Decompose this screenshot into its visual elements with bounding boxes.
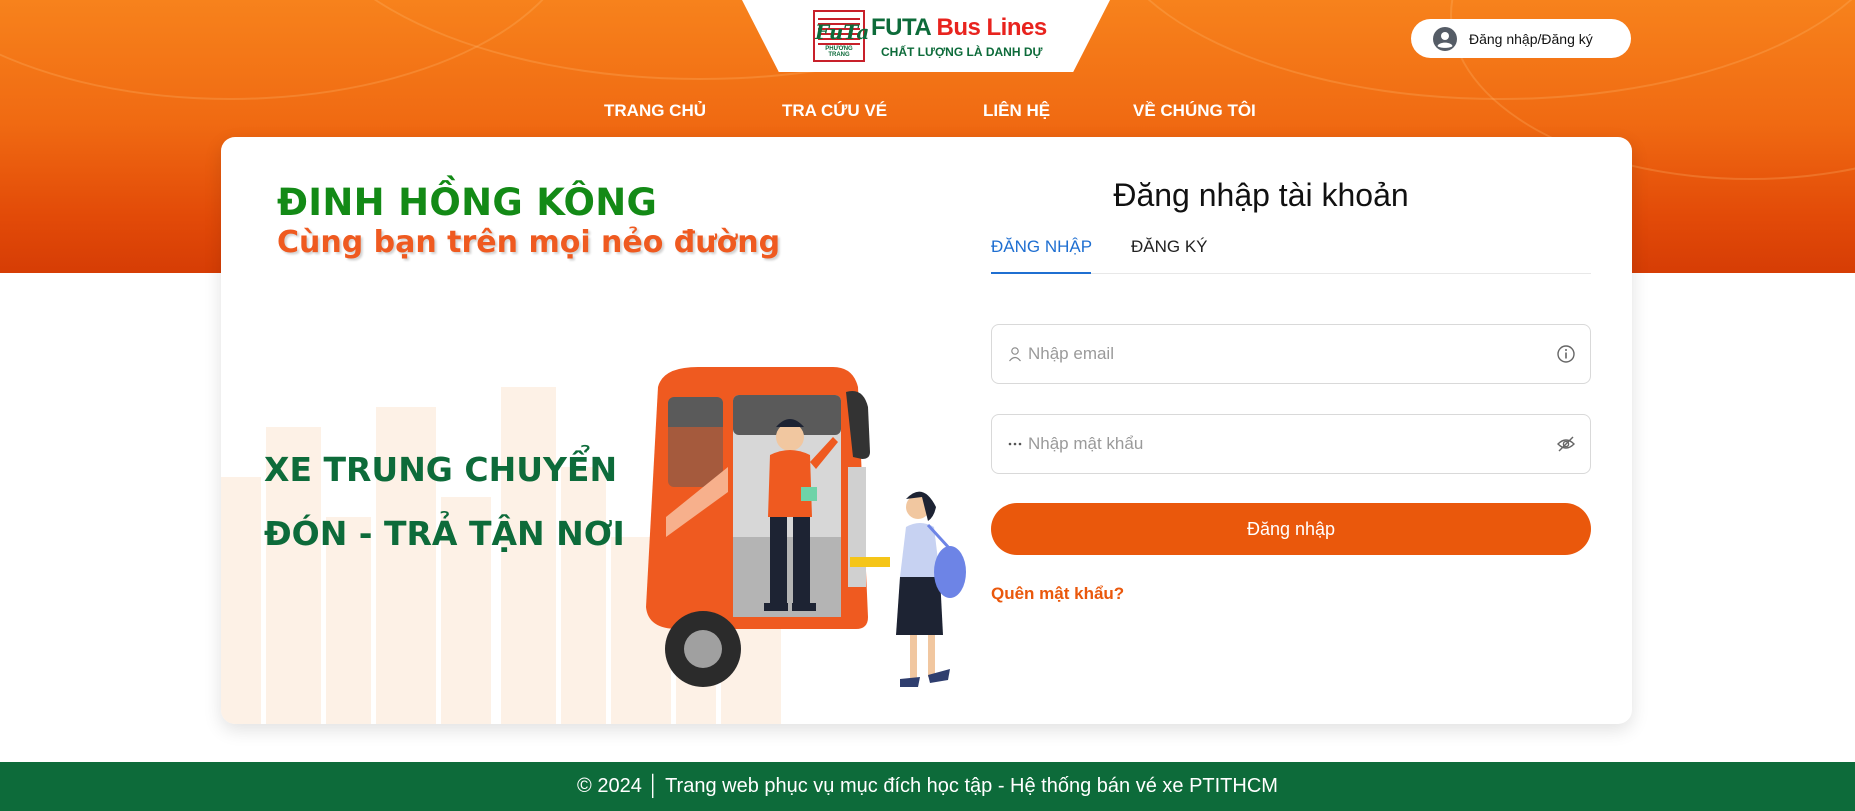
footer: © 2024 │ Trang web phục vụ mục đích học … (0, 762, 1855, 811)
login-register-button[interactable]: Đăng nhập/Đăng ký (1411, 19, 1631, 58)
footer-text: © 2024 │ Trang web phục vụ mục đích học … (577, 775, 1278, 797)
email-input[interactable] (1028, 344, 1556, 364)
logo[interactable]: FuTa PHƯƠNG TRANG FUTA Bus Lines CHẤT LƯ… (813, 10, 1047, 62)
tab-login[interactable]: ĐĂNG NHẬP (991, 237, 1092, 257)
promo-line-1: XE TRUNG CHUYỂN (264, 450, 618, 489)
nav-home[interactable]: TRANG CHỦ (604, 101, 706, 121)
logo-slogan: CHẤT LƯỢNG LÀ DANH DỰ (881, 44, 1043, 59)
promo-line-2: ĐÓN - TRẢ TẬN NƠI (264, 514, 625, 553)
user-avatar-icon (1433, 26, 1457, 51)
login-submit-button[interactable]: Đăng nhập (991, 503, 1591, 555)
tab-active-indicator (991, 272, 1091, 274)
auth-tabs: ĐĂNG NHẬP ĐĂNG KÝ (991, 237, 1591, 274)
futa-logo-mark: FuTa PHƯƠNG TRANG (813, 10, 869, 62)
password-input[interactable] (1028, 434, 1556, 454)
bus-shuttle-illustration (646, 367, 966, 687)
form-title: Đăng nhập tài khoản (1113, 177, 1409, 213)
info-circle-icon (1557, 345, 1575, 363)
tab-register[interactable]: ĐĂNG KÝ (1131, 237, 1208, 257)
nav-ticket-lookup[interactable]: TRA CỨU VÉ (782, 101, 887, 121)
user-icon (1006, 345, 1024, 363)
brand-subtitle: Cùng bạn trên mọi nẻo đường (277, 225, 781, 260)
forgot-password-link[interactable]: Quên mật khẩu? (991, 584, 1124, 604)
logo-title: FUTA Bus Lines (871, 13, 1047, 41)
email-field[interactable] (991, 324, 1591, 384)
password-field[interactable] (991, 414, 1591, 474)
nav-about-us[interactable]: VỀ CHÚNG TÔI (1133, 101, 1256, 121)
ellipsis-icon (1006, 435, 1024, 453)
login-register-label: Đăng nhập/Đăng ký (1469, 30, 1593, 47)
login-card: ĐINH HỒNG KÔNG Cùng bạn trên mọi nẻo đườ… (221, 137, 1632, 724)
brand-title: ĐINH HỒNG KÔNG (277, 181, 658, 224)
eye-invisible-icon[interactable] (1556, 434, 1576, 454)
nav-contact[interactable]: LIÊN HỆ (983, 101, 1050, 121)
